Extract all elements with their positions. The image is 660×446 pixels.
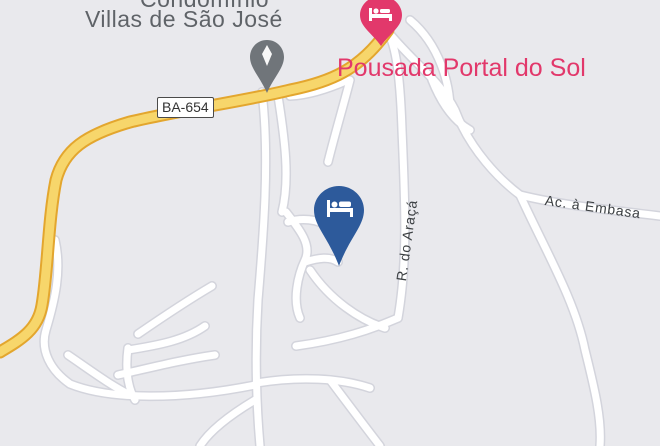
highway-shield: BA-654 [157,97,214,118]
condominium-label-line2: Villas de São José [85,6,283,32]
map-canvas[interactable]: Condomínio Villas de São José Pousada Po… [0,0,660,446]
lodging-label[interactable]: Pousada Portal do Sol [337,56,586,81]
